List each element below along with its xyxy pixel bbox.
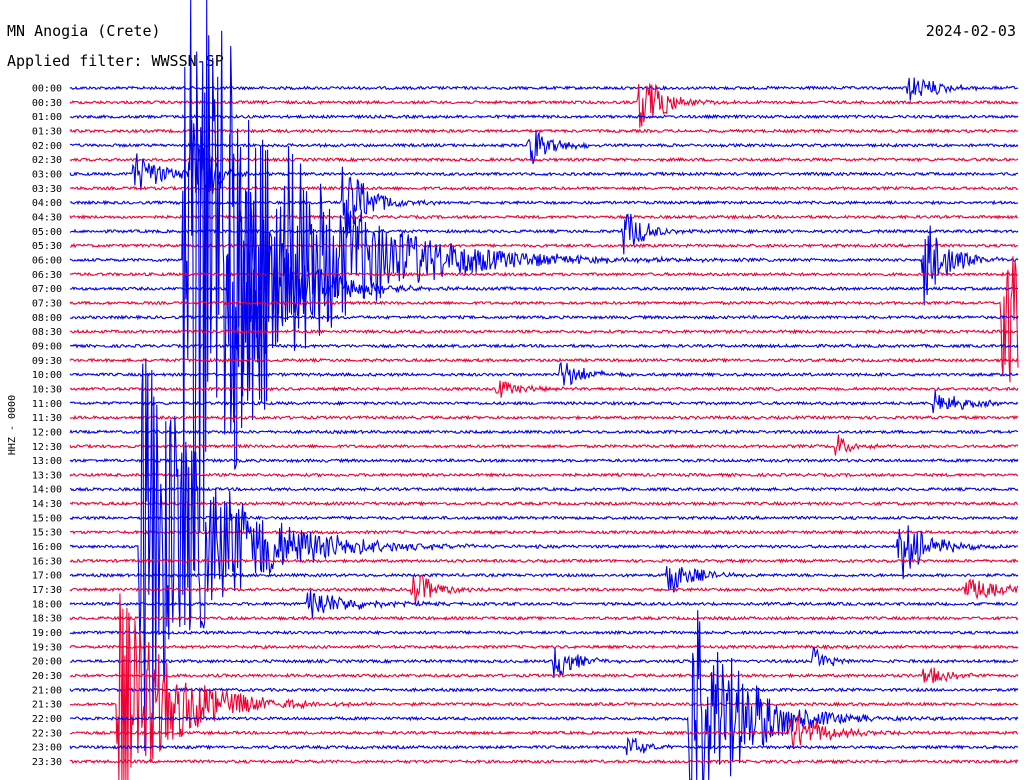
time-label: 07:30 [32, 298, 62, 309]
time-label: 08:30 [32, 327, 62, 338]
channel-label: HHZ - 0000 [7, 395, 18, 455]
time-label: 11:00 [32, 399, 62, 410]
trace-line [69, 314, 1019, 321]
trace-line [69, 434, 1019, 456]
time-label: 20:30 [32, 671, 62, 682]
time-label: 00:00 [32, 84, 62, 95]
time-label: 16:30 [32, 556, 62, 567]
time-label: 15:30 [32, 528, 62, 539]
time-label: 02:30 [32, 155, 62, 166]
trace-line [69, 361, 1019, 386]
time-label: 19:00 [32, 628, 62, 639]
trace-line [69, 0, 1019, 572]
time-label: 05:30 [32, 241, 62, 252]
time-label: 04:30 [32, 213, 62, 224]
time-label: 12:00 [32, 427, 62, 438]
trace-line [69, 486, 1019, 493]
time-label: 14:00 [32, 485, 62, 496]
time-label: 23:30 [32, 757, 62, 768]
time-label: 10:30 [32, 384, 62, 395]
trace-line [69, 666, 1019, 684]
trace-line [69, 646, 1019, 678]
time-label: 09:00 [32, 341, 62, 352]
time-labels: 00:00 00:30 01:00 01:30 02:00 02:30 03:00 03:30… [32, 84, 62, 769]
station-title: MN Anogia (Crete) [7, 22, 161, 40]
time-label: 17:00 [32, 571, 62, 582]
time-label: 20:00 [32, 657, 62, 668]
trace-line [69, 615, 1019, 622]
time-label: 09:30 [32, 356, 62, 367]
trace-line [69, 357, 1019, 364]
helicorder-plot: MN Anogia (Crete) 2024-02-03 Applied fil… [7, 0, 1019, 780]
time-label: 06:00 [32, 256, 62, 267]
trace-line [69, 686, 1019, 693]
time-label: 22:30 [32, 728, 62, 739]
trace-line [69, 714, 1019, 749]
time-label: 11:30 [32, 413, 62, 424]
trace-line [69, 457, 1019, 464]
time-label: 04:00 [32, 198, 62, 209]
trace-lines [69, 0, 1019, 780]
trace-line [69, 390, 1019, 414]
trace-line [69, 328, 1019, 335]
time-label: 12:30 [32, 442, 62, 453]
trace-line [69, 529, 1019, 536]
time-label: 21:00 [32, 685, 62, 696]
trace-line [69, 414, 1019, 421]
time-label: 00:30 [32, 98, 62, 109]
time-label: 13:30 [32, 470, 62, 481]
time-label: 01:30 [32, 127, 62, 138]
time-label: 02:00 [32, 141, 62, 152]
time-label: 18:00 [32, 599, 62, 610]
trace-line [69, 593, 1019, 780]
trace-line [69, 343, 1019, 349]
time-label: 19:30 [32, 642, 62, 653]
time-label: 13:00 [32, 456, 62, 467]
time-label: 10:00 [32, 370, 62, 381]
time-label: 15:00 [32, 513, 62, 524]
time-label: 17:30 [32, 585, 62, 596]
time-label: 21:30 [32, 700, 62, 711]
trace-line [69, 472, 1019, 478]
time-label: 16:00 [32, 542, 62, 553]
time-label: 03:00 [32, 170, 62, 181]
trace-line [69, 758, 1019, 765]
time-label: 22:00 [32, 714, 62, 725]
trace-line [69, 629, 1019, 636]
trace-line [69, 644, 1019, 650]
time-label: 01:00 [32, 112, 62, 123]
time-label: 05:00 [32, 227, 62, 238]
plot-date: 2024-02-03 [926, 22, 1016, 40]
trace-line [69, 500, 1019, 507]
trace-line [69, 429, 1019, 435]
trace-line [69, 515, 1019, 521]
time-label: 14:30 [32, 499, 62, 510]
time-label: 03:30 [32, 184, 62, 195]
trace-line [69, 380, 1019, 398]
time-label: 06:30 [32, 270, 62, 281]
time-label: 23:00 [32, 743, 62, 754]
time-label: 18:30 [32, 614, 62, 625]
trace-line [69, 736, 1018, 756]
time-label: 08:00 [32, 313, 62, 324]
time-label: 07:00 [32, 284, 62, 295]
